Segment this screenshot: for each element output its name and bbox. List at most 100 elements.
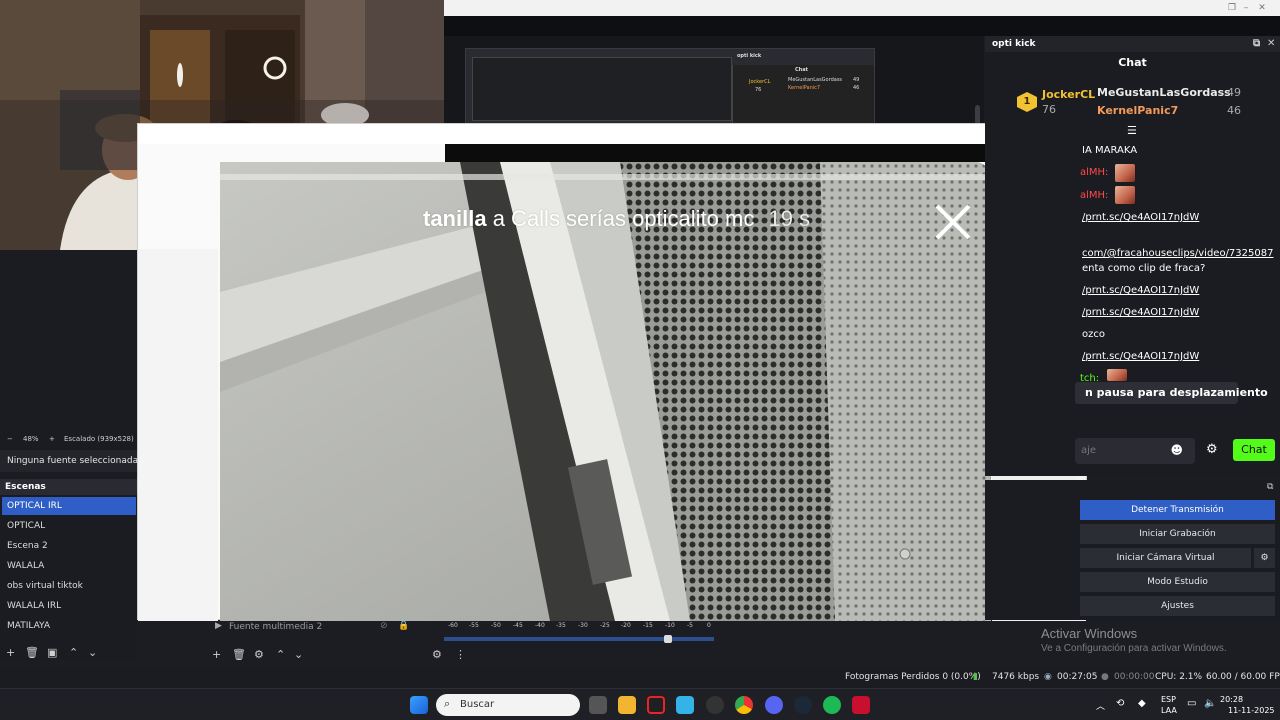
close-dock-icon[interactable]: ✕ [1267, 38, 1275, 49]
lang-layout[interactable]: LAA [1161, 706, 1177, 715]
zoom-out-icon[interactable]: − [7, 435, 13, 443]
chat-send-button[interactable]: Chat [1233, 439, 1275, 461]
chat-link[interactable]: /prnt.sc/Qe4AOI17nJdW [1082, 285, 1199, 296]
opera-gx-icon[interactable] [852, 696, 870, 714]
chat-link[interactable]: /prnt.sc/Qe4AOI17nJdW [1082, 212, 1199, 223]
advanced-audio-icon[interactable]: ⚙ [432, 648, 442, 661]
source-item[interactable]: ▶ Fuente multimedia 2 ⊘ 🔒 [210, 621, 420, 635]
filter-icon[interactable]: ☰ [1127, 124, 1137, 137]
close-story-icon[interactable] [933, 202, 973, 242]
scenes-header: Escenas [0, 479, 137, 495]
virtual-camera-button[interactable]: Iniciar Cámara Virtual [1080, 548, 1251, 568]
scene-item[interactable]: OPTICAL IRL [2, 497, 136, 515]
image-viewer-window: — ☐ ✕ [137, 123, 1087, 621]
cpu-usage: CPU: 2.1% [1155, 672, 1203, 682]
chat-link[interactable]: /prnt.sc/Qe4AOI17nJdW [1082, 307, 1199, 318]
add-icon[interactable]: + [6, 646, 15, 659]
activation-title: Activar Windows [1041, 626, 1138, 641]
story-caption: tanilla a Calls serías opticalito mc 19 … [423, 206, 810, 232]
leader-name: JockerCL [1042, 88, 1096, 101]
taskbar-search[interactable]: ⌕ Buscar [436, 694, 580, 716]
settings-button[interactable]: Ajustes [1080, 596, 1275, 616]
add-icon[interactable]: + [212, 648, 221, 661]
chat-input[interactable]: aje ☻ [1075, 438, 1195, 464]
restore-button[interactable]: ❐ [1222, 1, 1242, 15]
emote [1107, 369, 1127, 381]
scene-item[interactable]: WALALA IRL [2, 597, 136, 615]
obs-icon[interactable] [706, 696, 724, 714]
spotify-icon[interactable] [823, 696, 841, 714]
opera-icon[interactable] [647, 696, 665, 714]
down-arrow-icon[interactable]: ⌄ [88, 646, 97, 659]
gear-icon[interactable]: ⚙ [254, 648, 264, 661]
app-icon[interactable] [676, 696, 694, 714]
volume-icon[interactable]: 🔈 [1204, 698, 1216, 709]
source-item-label: Fuente multimedia 2 [229, 622, 323, 632]
discord-icon[interactable] [765, 696, 783, 714]
scene-item[interactable]: OPTICAL [2, 517, 136, 535]
scenes-toolbar: + 🗑 ▣ ⌃ ⌄ [0, 646, 137, 662]
visibility-icon[interactable]: ⊘ [380, 621, 388, 631]
zoom-in-icon[interactable]: + [49, 435, 55, 443]
nested-inner-preview [472, 57, 732, 121]
search-icon: ⌕ [444, 697, 451, 710]
up-arrow-icon[interactable]: ⌃ [276, 648, 285, 661]
network-icon[interactable]: ▭ [1187, 698, 1196, 709]
chat-input-placeholder: aje [1081, 445, 1097, 456]
tray-app-icon[interactable]: ⟲ [1116, 698, 1124, 709]
chat-username: alMH: [1080, 190, 1109, 201]
rank-badge: 1 [1017, 92, 1037, 112]
up-arrow-icon[interactable]: ⌃ [69, 646, 78, 659]
tick-label: -30 [578, 622, 588, 629]
activation-subtitle: Ve a Configuración para activar Windows. [1041, 643, 1227, 654]
close-button[interactable]: ✕ [1252, 1, 1272, 15]
nested-val2: 49 [853, 77, 860, 83]
play-icon: ▶ [215, 621, 222, 631]
trash-icon[interactable]: 🗑 [25, 646, 39, 659]
tray-app-icon[interactable]: ◆ [1138, 698, 1146, 709]
scene-item[interactable]: Escena 2 [2, 537, 136, 555]
gear-icon[interactable]: ⚙ [1206, 442, 1218, 457]
chat-username: alMH: [1080, 167, 1109, 178]
leader-name: MeGustanLasGordass [1097, 86, 1231, 99]
chat-link[interactable]: /prnt.sc/Qe4AOI17nJdW [1082, 351, 1199, 362]
start-record-button[interactable]: Iniciar Grabación [1080, 524, 1275, 544]
lang-code[interactable]: ESP [1161, 695, 1176, 704]
chat-message: enta como clip de fraca? [1082, 263, 1206, 274]
nested-user1: JockerCL [749, 79, 771, 85]
virtual-camera-settings-icon[interactable]: ⚙ [1254, 548, 1275, 568]
scene-item[interactable]: MATILAYA [2, 617, 136, 635]
file-explorer-icon[interactable] [618, 696, 636, 714]
studio-mode-button[interactable]: Modo Estudio [1080, 572, 1275, 592]
fps: 60.00 / 60.00 FPS [1206, 672, 1280, 682]
trash-icon[interactable]: 🗑 [232, 648, 246, 661]
volume-knob[interactable] [664, 635, 672, 643]
chat-message: IA MARAKA [1082, 145, 1138, 156]
steam-icon[interactable] [794, 696, 812, 714]
scene-item[interactable]: obs virtual tiktok [2, 577, 136, 595]
scene-item[interactable]: WALALA [2, 557, 136, 575]
activation-watermark: Activar Windows Ve a Configuración para … [1041, 626, 1227, 654]
task-view-icon[interactable] [589, 696, 607, 714]
chrome-icon[interactable] [735, 696, 753, 714]
float-dock-icon[interactable]: ⧉ [1267, 482, 1273, 492]
chat-link[interactable]: com/@fracahouseclips/video/7325087 [1082, 248, 1273, 259]
filter-icon[interactable]: ▣ [47, 646, 57, 659]
no-source-label: Ninguna fuente seleccionada [0, 450, 137, 472]
stop-stream-button[interactable]: Detener Transmisión [1080, 500, 1275, 520]
float-dock-icon[interactable]: ⧉ [1253, 38, 1260, 49]
clock-time[interactable]: 20:28 [1220, 695, 1243, 704]
search-placeholder: Buscar [460, 699, 495, 710]
signal-icon: ▮ [973, 672, 978, 682]
tick-label: -60 [448, 622, 458, 629]
windows-start-icon[interactable] [410, 696, 428, 714]
tray-chevron-icon[interactable]: ︿ [1096, 699, 1105, 712]
volume-slider[interactable] [444, 637, 714, 641]
emoji-icon[interactable]: ☻ [1170, 443, 1183, 457]
kebab-menu-icon[interactable]: ⋮ [455, 648, 466, 661]
leader-name: KernelPanic7 [1097, 104, 1179, 117]
clock-date[interactable]: 11-11-2025 [1228, 706, 1275, 715]
lock-icon[interactable]: 🔒 [398, 621, 409, 631]
down-arrow-icon[interactable]: ⌄ [294, 648, 303, 661]
chat-dock-title-text: opti kick [992, 39, 1036, 49]
